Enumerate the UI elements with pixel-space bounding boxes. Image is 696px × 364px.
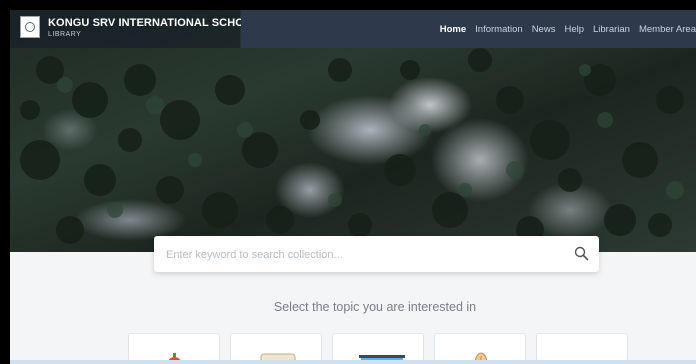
search-icon[interactable] xyxy=(574,246,589,266)
nav-information[interactable]: Information xyxy=(475,24,523,35)
search-input[interactable] xyxy=(164,245,558,265)
bottom-strip xyxy=(10,360,696,364)
nav-help[interactable]: Help xyxy=(564,24,584,35)
school-emblem-icon xyxy=(25,22,35,32)
site-subtitle: LIBRARY xyxy=(48,31,82,38)
main-menu: Home Information News Help Librarian Mem… xyxy=(241,10,696,48)
nav-librarian[interactable]: Librarian xyxy=(593,24,630,35)
brand[interactable]: KONGU SRV INTERNATIONAL SCHOOL LIBRARY xyxy=(10,10,259,48)
library-page: KONGU SRV INTERNATIONAL SCHOOL LIBRARY H… xyxy=(10,10,696,364)
school-name: KONGU SRV INTERNATIONAL SCHOOL xyxy=(48,17,260,29)
nav-home[interactable]: Home xyxy=(440,24,466,35)
top-navigation-bar: KONGU SRV INTERNATIONAL SCHOOL LIBRARY H… xyxy=(10,10,696,48)
nav-member-area[interactable]: Member Area xyxy=(639,24,696,35)
school-logo xyxy=(20,16,40,38)
nav-news[interactable]: News xyxy=(532,24,556,35)
search-box xyxy=(154,236,599,272)
topic-heading: Select the topic you are interested in xyxy=(273,300,477,314)
